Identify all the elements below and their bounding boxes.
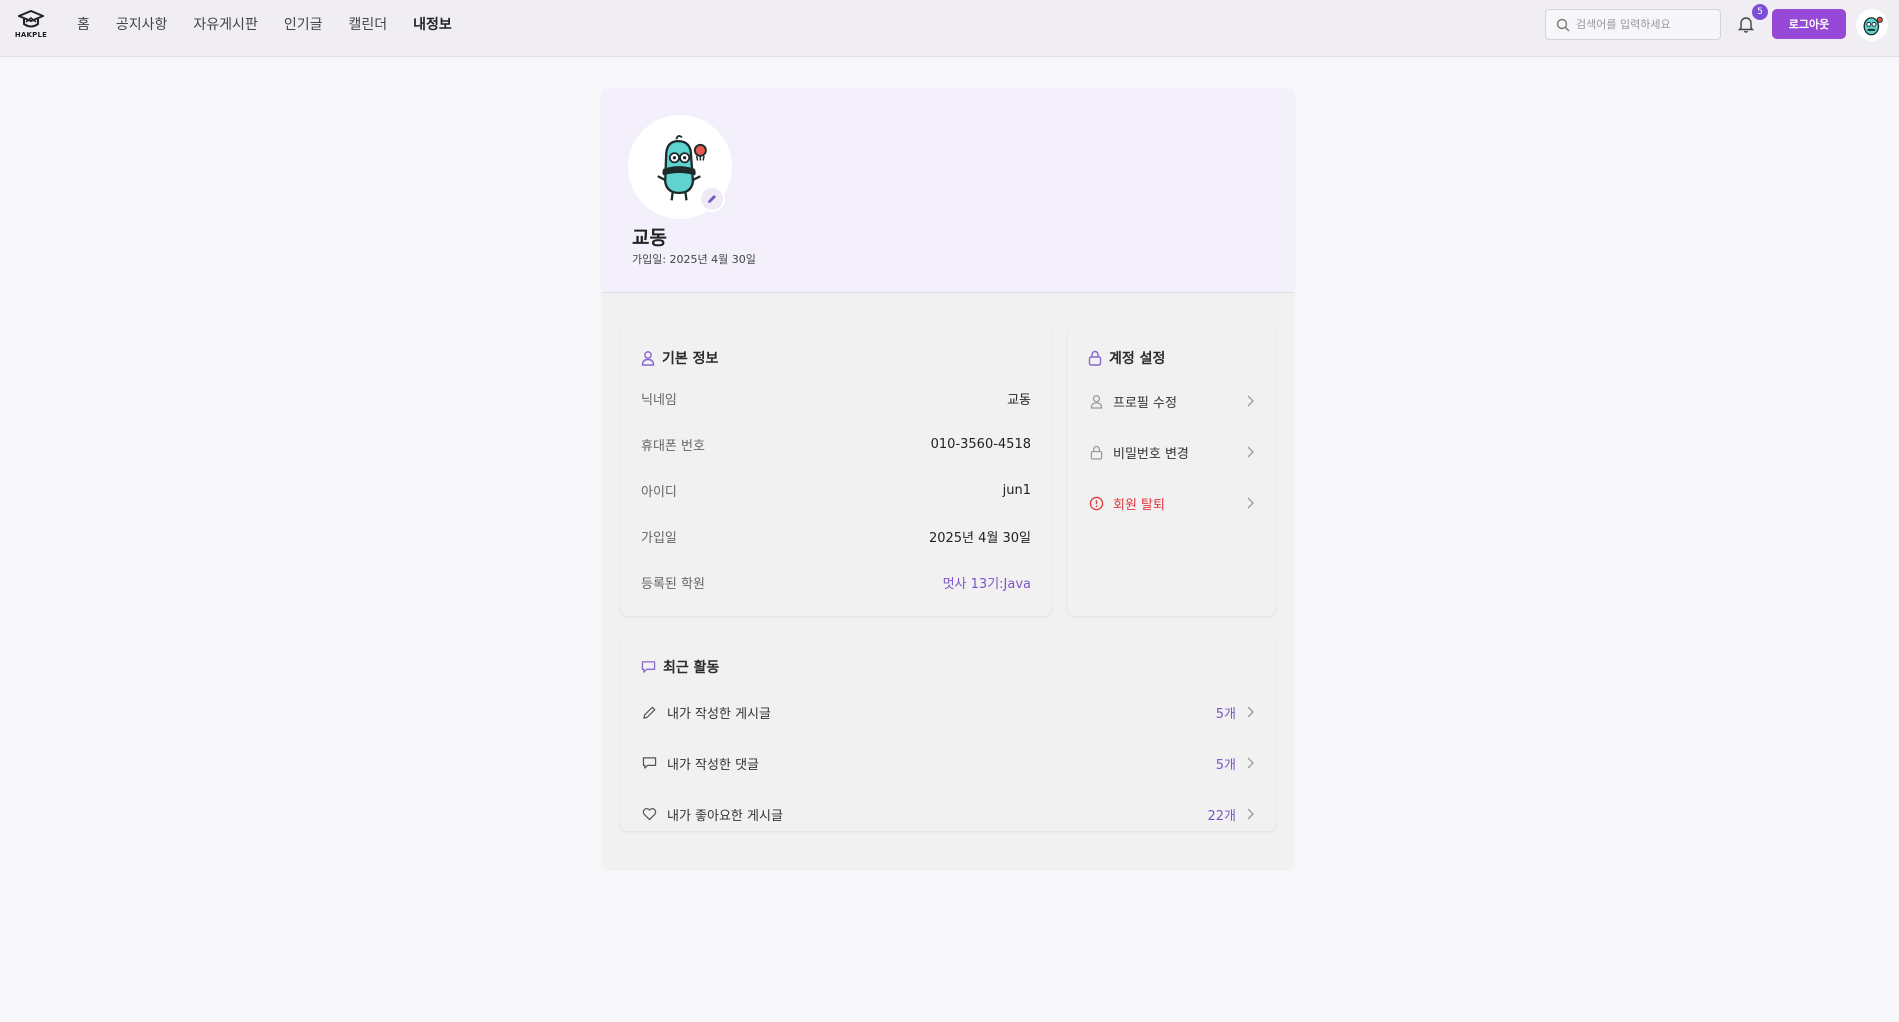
info-value: 2025년 4월 30일 (928, 530, 1031, 546)
nav-popular[interactable]: 인기글 (284, 14, 323, 34)
nav-notice[interactable]: 공지사항 (116, 14, 168, 34)
avatar[interactable] (1856, 9, 1888, 41)
logo-cap-icon (18, 10, 44, 28)
nav-my-info[interactable]: 내정보 (413, 14, 452, 34)
logo-text: HAKPLE (14, 31, 48, 39)
activity-label: 내가 작성한 댓글 (667, 757, 759, 773)
search-box[interactable] (1545, 9, 1721, 40)
alert-icon (1088, 495, 1104, 511)
chevron-right-icon (1244, 446, 1256, 458)
pencil-icon (708, 195, 716, 203)
nav-free-board[interactable]: 자유게시판 (193, 14, 257, 34)
chevron-right-icon (1244, 808, 1256, 820)
top-header: HAKPLE 홈 공지사항 자유게시판 인기글 캘린더 내정보 5 로그아웃 (0, 0, 1899, 57)
info-row-academy: 등록된 학원 멋사 13기:Java (641, 572, 1031, 592)
menu-label: 프로필 수정 (1113, 395, 1177, 411)
profile-card: 교동 가입일: 2025년 4월 30일 기본 정보 닉네임 교동 휴대폰 번호… (602, 88, 1294, 869)
mascot-avatar-icon (1863, 16, 1883, 36)
info-label: 등록된 학원 (641, 576, 705, 592)
logout-button[interactable]: 로그아웃 (1772, 9, 1846, 39)
nav-home[interactable]: 홈 (77, 14, 90, 34)
activity-label: 내가 좋아요한 게시글 (667, 808, 783, 824)
recent-activity-title: 최근 활동 (641, 657, 719, 677)
basic-info-title: 기본 정보 (641, 348, 718, 368)
basic-info-panel: 기본 정보 닉네임 교동 휴대폰 번호 010-3560-4518 아이디 ju… (621, 326, 1051, 616)
my-liked-posts-button[interactable]: 내가 좋아요한 게시글 22개 (641, 803, 1256, 825)
menu-label: 회원 탈퇴 (1113, 497, 1165, 513)
activity-count: 5개 (1215, 757, 1236, 773)
chevron-right-icon (1244, 706, 1256, 718)
activity-count: 5개 (1215, 706, 1236, 722)
menu-label: 비밀번호 변경 (1113, 446, 1189, 462)
user-icon (1088, 393, 1104, 409)
info-row-joined: 가입일 2025년 4월 30일 (641, 526, 1031, 546)
my-posts-button[interactable]: 내가 작성한 게시글 5개 (641, 701, 1256, 723)
heart-icon (641, 806, 657, 822)
search-input[interactable] (1576, 18, 1716, 31)
info-value: 교동 (1007, 392, 1031, 408)
user-icon (641, 351, 655, 366)
nav-calendar[interactable]: 캘린더 (348, 14, 387, 34)
academy-link[interactable]: 멋사 13기:Java (943, 573, 1031, 592)
activity-count: 22개 (1207, 808, 1236, 824)
info-label: 아이디 (641, 484, 677, 500)
notification-badge: 5 (1752, 4, 1768, 20)
info-value: 010-3560-4518 (930, 436, 1031, 452)
info-value: jun1 (1002, 482, 1031, 498)
search-icon (1556, 18, 1570, 31)
recent-activity-title-text: 최근 활동 (663, 660, 720, 676)
comment-icon (641, 661, 656, 673)
account-settings-panel: 계정 설정 프로필 수정 비밀번호 변경 회원 탈퇴 (1068, 326, 1275, 616)
account-settings-title: 계정 설정 (1088, 348, 1165, 368)
info-label: 가입일 (641, 530, 677, 546)
basic-info-title-text: 기본 정보 (662, 351, 719, 367)
chevron-right-icon (1244, 757, 1256, 769)
comment-icon (641, 755, 657, 771)
account-settings-title-text: 계정 설정 (1109, 351, 1166, 367)
recent-activity-panel: 최근 활동 내가 작성한 게시글 5개 내가 작성한 댓글 5개 내가 좋아요한… (621, 635, 1275, 831)
my-comments-button[interactable]: 내가 작성한 댓글 5개 (641, 752, 1256, 774)
chevron-right-icon (1244, 497, 1256, 509)
info-label: 휴대폰 번호 (641, 438, 705, 454)
profile-header: 교동 가입일: 2025년 4월 30일 (602, 88, 1294, 293)
profile-name: 교동 (632, 227, 667, 249)
info-label: 닉네임 (641, 392, 677, 408)
info-row-phone: 휴대폰 번호 010-3560-4518 (641, 434, 1031, 454)
profile-joined-date: 가입일: 2025년 4월 30일 (632, 253, 756, 266)
info-row-user-id: 아이디 jun1 (641, 480, 1031, 500)
main-nav: 홈 공지사항 자유게시판 인기글 캘린더 내정보 (77, 0, 478, 47)
activity-label: 내가 작성한 게시글 (667, 706, 771, 722)
chevron-right-icon (1244, 395, 1256, 407)
edit-profile-button[interactable]: 프로필 수정 (1088, 390, 1256, 412)
change-password-button[interactable]: 비밀번호 변경 (1088, 441, 1256, 463)
delete-account-button[interactable]: 회원 탈퇴 (1088, 492, 1256, 514)
lock-icon (1088, 350, 1102, 366)
info-row-nickname: 닉네임 교동 (641, 388, 1031, 408)
edit-avatar-button[interactable] (699, 186, 725, 212)
lock-icon (1088, 444, 1104, 460)
hakple-logo[interactable]: HAKPLE (14, 10, 48, 42)
pencil-icon (641, 704, 657, 720)
